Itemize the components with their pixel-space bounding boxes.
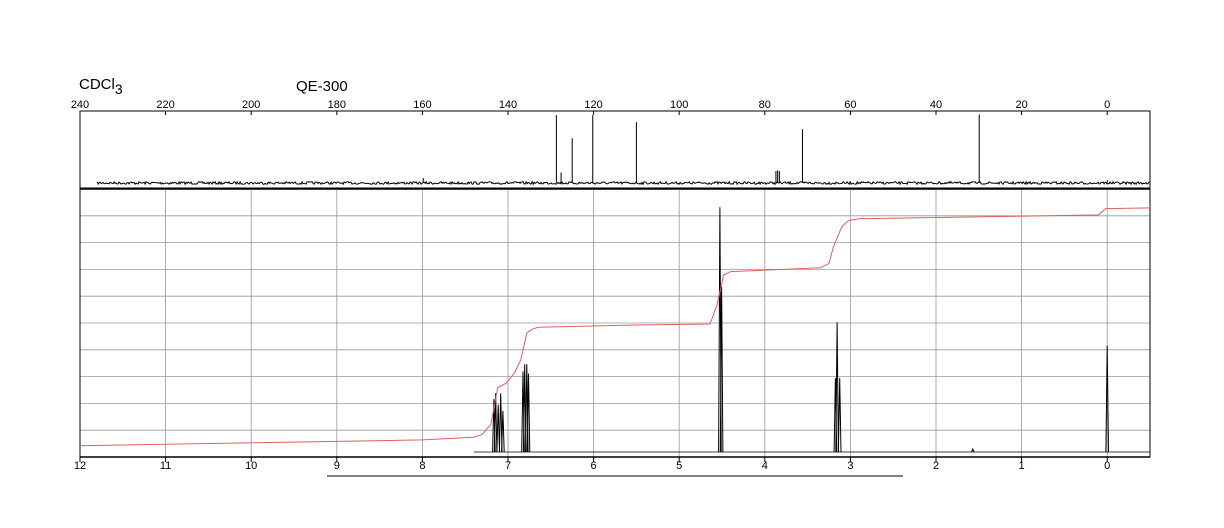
- h1-grid: [80, 189, 1150, 457]
- h1-tick-label: 0: [1104, 460, 1110, 472]
- h1-integral-curve: [79, 207, 1151, 447]
- h1-peak: [835, 322, 839, 453]
- c13-axis-ticks: [79, 111, 1108, 115]
- c13-tick-label: 60: [844, 99, 856, 111]
- c13-tick-label: 0: [1104, 99, 1110, 111]
- c13-tick-label: 20: [1015, 99, 1027, 111]
- c13-tick-label: 40: [930, 99, 942, 111]
- h1-peak: [971, 447, 975, 453]
- c13-axis-tick-labels: 240 220 200 180 160 140 120 100 80 60 40 20 0: [71, 99, 1110, 111]
- c13-tick-label: 80: [759, 99, 771, 111]
- h1-tick-label: 11: [160, 460, 171, 472]
- c13-tick-label: 220: [156, 99, 174, 111]
- h1-tick-label: 7: [505, 460, 511, 472]
- h1-axis-tick-labels: 12 11 10 9 8 7 6 5 4 3 2 1 0: [74, 460, 1110, 472]
- h1-tick-label: 1: [1019, 460, 1025, 472]
- c13-tick-label: 180: [328, 99, 346, 111]
- c13-baseline: [96, 180, 1150, 186]
- h1-peak: [501, 410, 505, 453]
- h1-tick-label: 10: [245, 460, 257, 472]
- c13-plot-frame: [79, 110, 1151, 189]
- c13-peaks: [422, 114, 1108, 183]
- h1-peaks: [473, 207, 1150, 453]
- h1-peak: [837, 378, 842, 453]
- c13-tick-label: 160: [413, 99, 431, 111]
- h1-tick-label: 9: [334, 460, 340, 472]
- h1-tick-label: 8: [419, 460, 425, 472]
- h1-tick-label: 6: [591, 460, 597, 472]
- h1-tick-label: 4: [762, 460, 768, 472]
- c13-tick-label: 120: [584, 99, 602, 111]
- spectra-plot: 240 220 200 180 160 140 120 100 80 60 40 20 0 12 11 10…: [71, 99, 1151, 477]
- c13-tick-label: 200: [242, 99, 260, 111]
- c13-tick-label: 240: [71, 99, 89, 111]
- nmr-figure: CDCl3 QE-300 240 220 200 180 160 140 120 100 80 6…: [0, 0, 1224, 528]
- h1-tick-label: 3: [847, 460, 853, 472]
- h1-tick-label: 2: [933, 460, 939, 472]
- h1-tick-label: 5: [676, 460, 682, 472]
- c13-tick-label: 140: [499, 99, 517, 111]
- c13-tick-label: 100: [670, 99, 688, 111]
- h1-tick-label: 12: [74, 460, 86, 472]
